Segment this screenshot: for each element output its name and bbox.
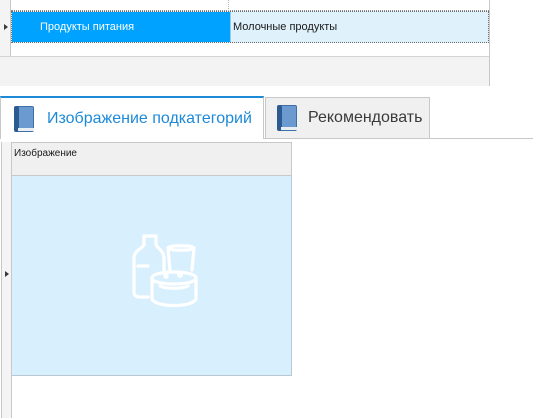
- tab-subcategory-image[interactable]: Изображение подкатегорий: [0, 96, 264, 139]
- book-icon: [14, 105, 34, 132]
- image-grid: Изображение: [0, 140, 533, 418]
- cell-category[interactable]: Продукты питания: [12, 12, 230, 42]
- grid-empty-area: [11, 43, 489, 56]
- book-icon: [277, 105, 297, 131]
- dairy-products-icon: [132, 234, 198, 308]
- row-indicator-column: [1, 142, 12, 418]
- grid-footer: [0, 56, 489, 86]
- table-row-selected[interactable]: Продукты питания Молочные продукты: [11, 11, 489, 43]
- tab-strip: Изображение подкатегорий Рекомендовать: [0, 86, 533, 140]
- row-pointer-icon: [4, 24, 8, 30]
- cell-subcategory[interactable]: Молочные продукты: [230, 12, 488, 42]
- table-row-previous[interactable]: [11, 0, 489, 11]
- tab-recommend[interactable]: Рекомендовать: [265, 97, 430, 138]
- tab-label: Рекомендовать: [308, 109, 423, 126]
- row-pointer-icon: [5, 271, 9, 277]
- tab-label: Изображение подкатегорий: [47, 109, 252, 127]
- table-cell[interactable]: [11, 0, 229, 11]
- image-cell[interactable]: [12, 176, 292, 376]
- tab-divider: [264, 138, 533, 139]
- column-header-image[interactable]: Изображение: [12, 142, 292, 176]
- subcategory-grid: Продукты питания Молочные продукты: [0, 0, 490, 86]
